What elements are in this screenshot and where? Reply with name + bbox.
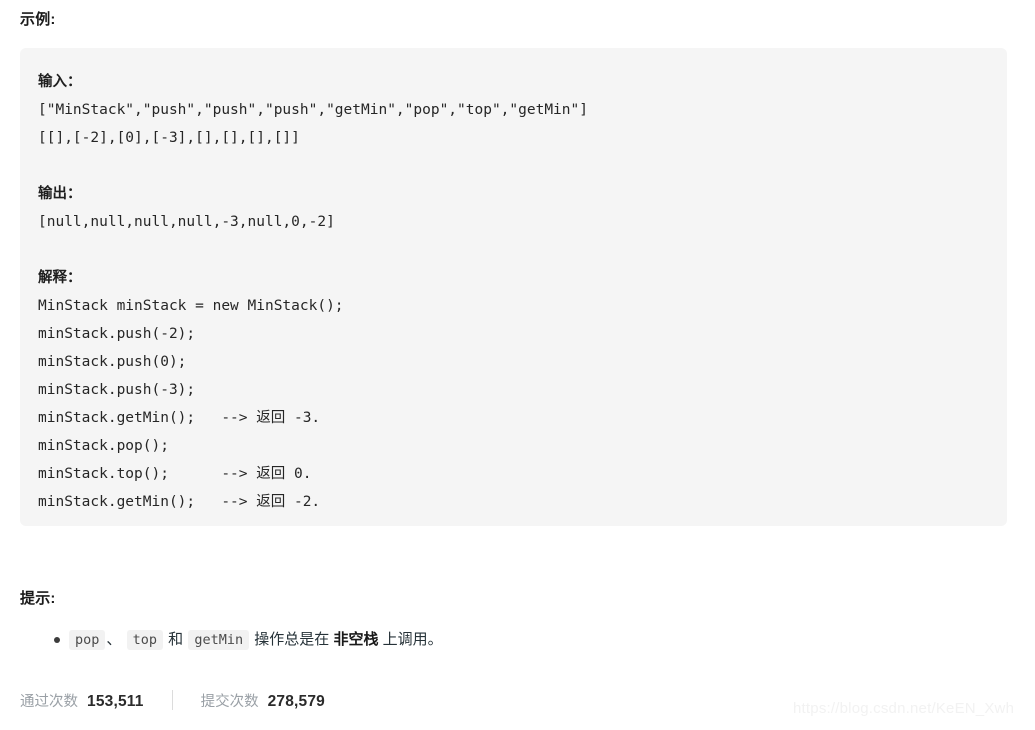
list-item: pop、 top 和 getMin 操作总是在 非空栈 上调用。: [20, 628, 980, 652]
submissions-label: 提交次数: [200, 693, 259, 710]
code-line: [[],[-2],[0],[-3],[],[],[],[]]: [38, 130, 300, 146]
example-code-block: 输入： ["MinStack","push","push","push","get…: [20, 48, 1007, 526]
code-line: minStack.top(); --> 返回 0.: [38, 466, 312, 482]
code-line: ["MinStack","push","push","push","getMin…: [38, 102, 588, 118]
hints-section-heading: 提示:: [20, 590, 56, 607]
inline-code-top: top: [126, 630, 163, 650]
inline-code-pop: pop: [69, 630, 106, 650]
submissions-value: 278,579: [267, 692, 326, 710]
hint-text-before: 操作总是在: [254, 631, 330, 648]
accepted-value: 153,511: [87, 692, 144, 710]
code-label-line: 解释：: [38, 270, 82, 286]
watermark: https://blog.csdn.net/KeEN_Xwh: [793, 700, 1015, 717]
bullet-icon: [54, 637, 60, 643]
problem-stats: 通过次数 153,511 提交次数 278,579: [20, 688, 325, 712]
hint-separator-1: 、: [106, 631, 122, 648]
code-label-line: 输入：: [38, 74, 82, 90]
code-spacer-line: [38, 236, 989, 264]
submissions-stat: 提交次数 278,579: [201, 690, 325, 711]
hint-emphasis: 非空栈: [333, 631, 379, 648]
problem-description-page: 示例: 输入： ["MinStack","push","push","push",…: [0, 0, 1035, 730]
code-line: minStack.pop();: [38, 438, 169, 454]
stats-divider: [171, 690, 173, 710]
example-code-lines: 输入： ["MinStack","push","push","push","get…: [38, 68, 989, 516]
inline-code-getmin: getMin: [188, 630, 250, 650]
hints-list: pop、 top 和 getMin 操作总是在 非空栈 上调用。: [20, 628, 980, 652]
code-line: minStack.push(0);: [38, 354, 187, 370]
code-line: minStack.push(-2);: [38, 326, 196, 342]
code-spacer-line: [38, 152, 989, 180]
code-line: [null,null,null,null,-3,null,0,-2]: [38, 214, 335, 230]
hint-text-after: 上调用。: [382, 631, 443, 648]
code-label-line: 输出：: [38, 186, 82, 202]
code-line: minStack.getMin(); --> 返回 -2.: [38, 494, 321, 510]
accepted-stat: 通过次数 153,511: [20, 690, 144, 711]
hint-separator-2: 和: [168, 631, 184, 648]
example-section-heading: 示例:: [20, 11, 56, 28]
code-line: MinStack minStack = new MinStack();: [38, 298, 344, 314]
code-line: minStack.getMin(); --> 返回 -3.: [38, 410, 321, 426]
code-line: minStack.push(-3);: [38, 382, 196, 398]
accepted-label: 通过次数: [20, 693, 78, 710]
